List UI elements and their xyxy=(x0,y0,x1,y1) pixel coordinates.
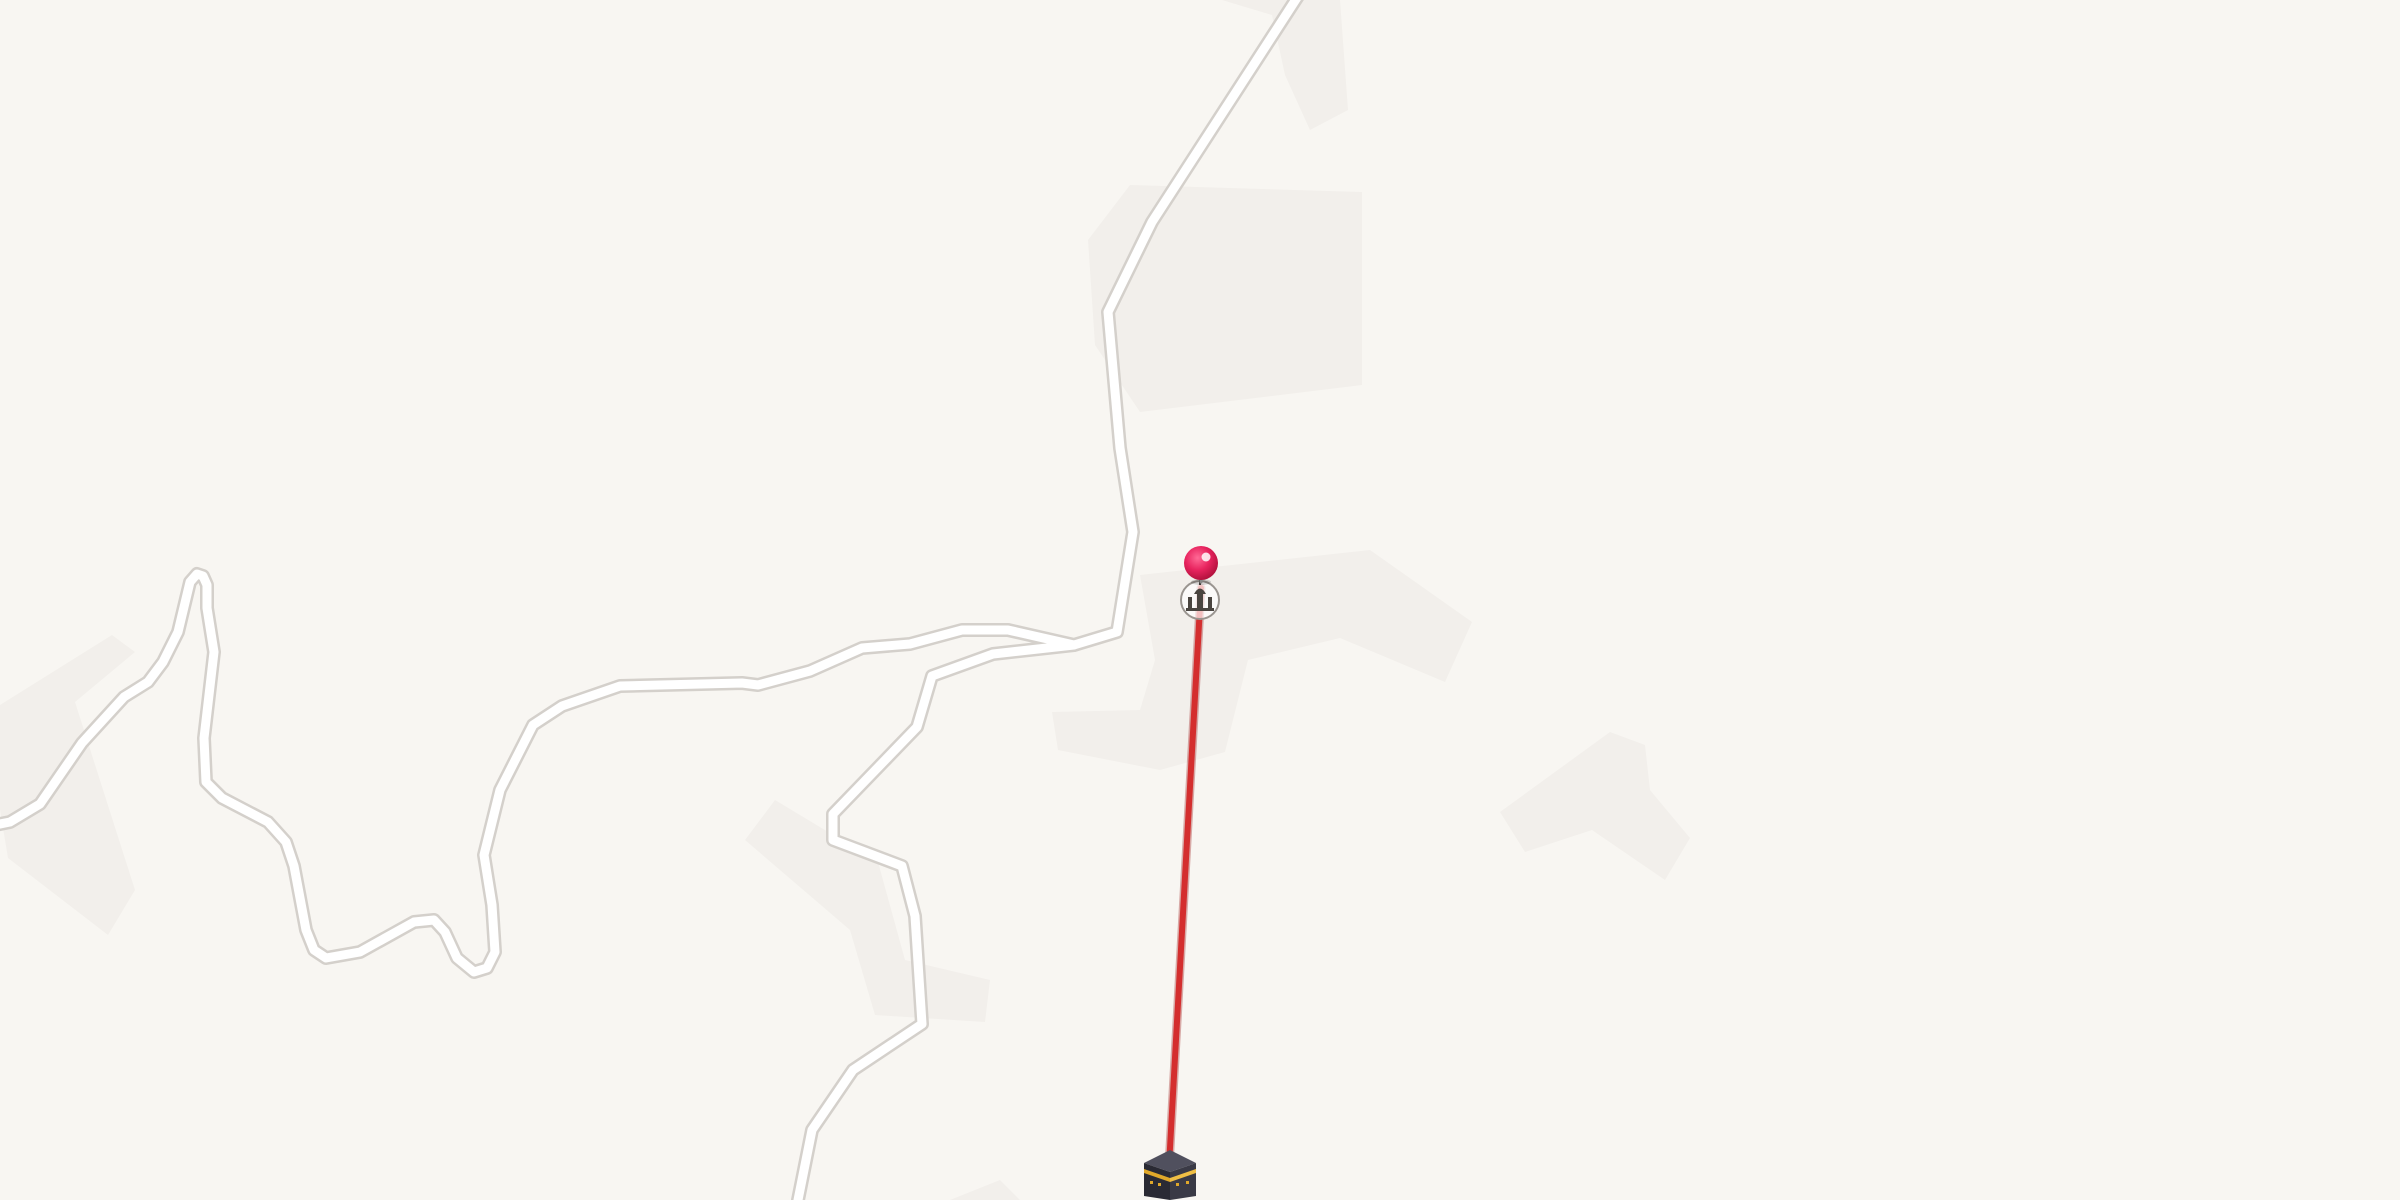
road xyxy=(791,638,1081,1200)
landuse-area xyxy=(0,635,135,935)
road xyxy=(793,640,1079,1200)
kaaba-icon xyxy=(1144,1150,1196,1200)
mosque-marker[interactable] xyxy=(1180,580,1220,620)
landuse-areas xyxy=(0,0,1690,1200)
roads-fill xyxy=(0,0,1301,1200)
landuse-area xyxy=(1500,732,1690,880)
landuse-area xyxy=(950,1180,1020,1200)
landuse-area xyxy=(1052,550,1472,770)
map-view[interactable] xyxy=(0,0,2400,1200)
roads-casing xyxy=(0,0,1304,1200)
road xyxy=(0,0,1304,979)
kaaba-marker[interactable] xyxy=(1144,1150,1196,1200)
landuse-area xyxy=(1088,185,1362,412)
road xyxy=(0,0,1301,977)
map-canvas[interactable] xyxy=(0,0,2400,1200)
map-pin-icon xyxy=(1184,546,1218,580)
landuse-area xyxy=(745,800,990,1022)
